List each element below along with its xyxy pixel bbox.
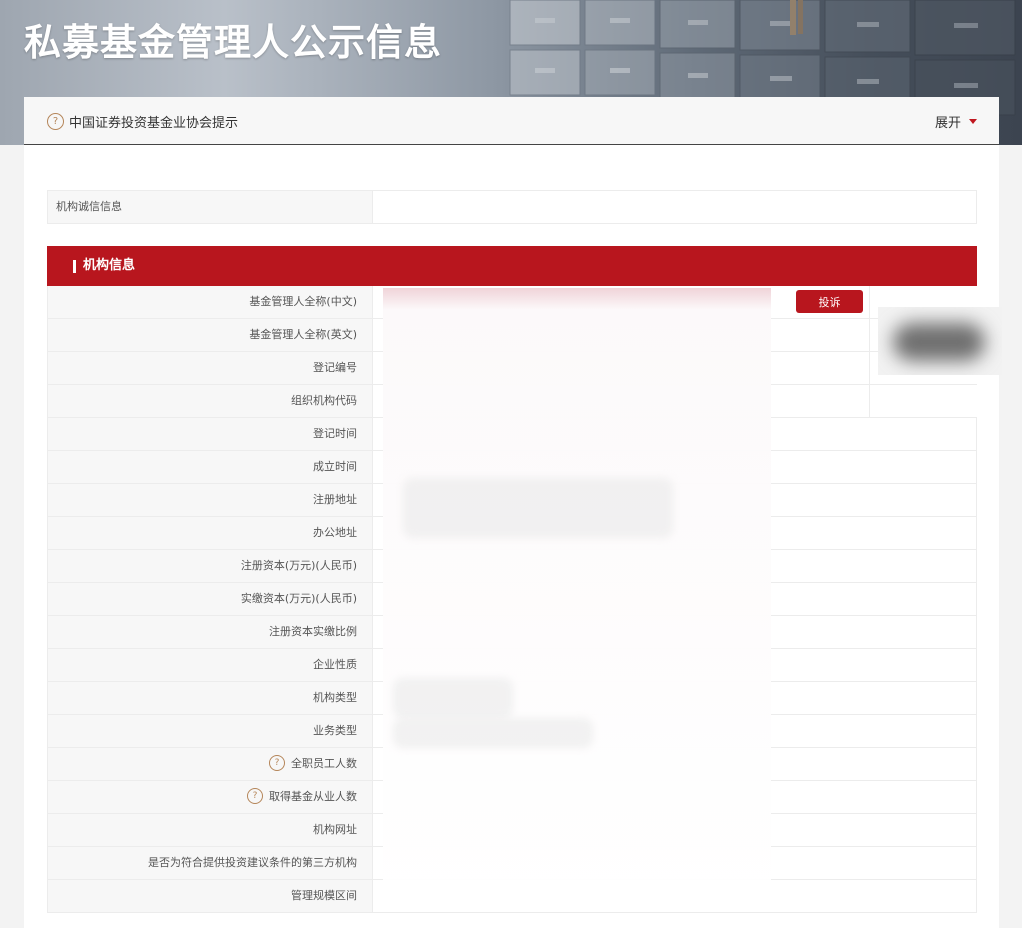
info-table: 基金管理人全称(中文) 投诉 基金管理人全称(英文) 登记编号 组织机构代码 登… — [47, 286, 977, 913]
field-value — [373, 418, 976, 450]
field-label: 办公地址 — [48, 517, 373, 549]
credit-info-label: 机构诚信信息 — [48, 191, 373, 223]
field-value — [373, 880, 976, 912]
table-row: 机构网址 — [47, 814, 977, 847]
table-row: 机构类型 — [47, 682, 977, 715]
field-label: 基金管理人全称(中文) — [48, 286, 373, 318]
credit-info-value — [373, 191, 976, 223]
notice-text: 中国证券投资基金业协会提示 — [69, 116, 239, 131]
table-row: 实缴资本(万元)(人民币) — [47, 583, 977, 616]
field-value — [373, 583, 976, 615]
notice-bar: ? 中国证券投资基金业协会提示 展开 — [24, 97, 999, 145]
table-row: 业务类型 — [47, 715, 977, 748]
question-icon[interactable]: ? — [247, 788, 263, 804]
field-value — [373, 682, 976, 714]
field-label-text: 全职员工人数 — [291, 757, 357, 770]
question-icon: ? — [47, 113, 64, 130]
field-label: 实缴资本(万元)(人民币) — [48, 583, 373, 615]
field-value — [373, 748, 976, 780]
field-value — [373, 319, 870, 351]
field-value — [373, 649, 976, 681]
table-row: 登记时间 — [47, 418, 977, 451]
field-label: ? 全职员工人数 — [48, 748, 373, 780]
table-row: 登记编号 — [47, 352, 977, 385]
field-label: 基金管理人全称(英文) — [48, 319, 373, 351]
field-label: 登记时间 — [48, 418, 373, 450]
table-row: ? 取得基金从业人数 — [47, 781, 977, 814]
field-value — [373, 550, 976, 582]
field-value — [373, 616, 976, 648]
field-label: 管理规模区间 — [48, 880, 373, 912]
page-title: 私募基金管理人公示信息 — [24, 21, 442, 64]
field-value — [373, 385, 870, 417]
table-row: 注册资本实缴比例 — [47, 616, 977, 649]
field-value — [373, 781, 976, 813]
expand-label: 展开 — [934, 116, 961, 131]
table-row: 是否为符合提供投资建议条件的第三方机构 — [47, 847, 977, 880]
table-row: 基金管理人全称(中文) 投诉 — [47, 286, 977, 319]
credit-info-row: 机构诚信信息 — [47, 190, 977, 224]
field-value — [373, 715, 976, 747]
table-row: 注册资本(万元)(人民币) — [47, 550, 977, 583]
field-label: 登记编号 — [48, 352, 373, 384]
field-value — [373, 451, 976, 483]
table-row: 组织机构代码 — [47, 385, 977, 418]
expand-toggle[interactable]: 展开 — [935, 112, 977, 131]
field-label: 业务类型 — [48, 715, 373, 747]
table-row: ? 全职员工人数 — [47, 748, 977, 781]
field-label: 注册地址 — [48, 484, 373, 516]
field-label: 企业性质 — [48, 649, 373, 681]
blurred-logo — [878, 307, 1002, 375]
field-label: 机构类型 — [48, 682, 373, 714]
table-row: 办公地址 — [47, 517, 977, 550]
field-label: 成立时间 — [48, 451, 373, 483]
field-value — [373, 814, 976, 846]
field-label: 是否为符合提供投资建议条件的第三方机构 — [48, 847, 373, 879]
field-value — [373, 847, 976, 879]
caret-down-icon — [969, 119, 977, 124]
table-row: 企业性质 — [47, 649, 977, 682]
main-panel: 机构诚信信息 机构信息 基金管理人全称(中文) 投诉 基金管理人全称(英文) 登… — [24, 145, 1002, 928]
field-value — [373, 517, 976, 549]
complaint-button[interactable]: 投诉 — [796, 290, 863, 313]
field-label: 组织机构代码 — [48, 385, 373, 417]
logo-blob — [893, 323, 985, 361]
table-row: 管理规模区间 — [47, 880, 977, 913]
question-icon[interactable]: ? — [269, 755, 285, 771]
field-label: 注册资本实缴比例 — [48, 616, 373, 648]
table-row: 基金管理人全称(英文) — [47, 319, 977, 352]
field-label: 机构网址 — [48, 814, 373, 846]
field-label: 注册资本(万元)(人民币) — [48, 550, 373, 582]
field-label: ? 取得基金从业人数 — [48, 781, 373, 813]
section-header: 机构信息 — [47, 246, 977, 286]
field-label-text: 取得基金从业人数 — [269, 790, 357, 803]
section-title: 机构信息 — [83, 258, 136, 273]
field-value — [373, 484, 976, 516]
table-row: 注册地址 — [47, 484, 977, 517]
table-row: 成立时间 — [47, 451, 977, 484]
field-value — [373, 352, 870, 384]
